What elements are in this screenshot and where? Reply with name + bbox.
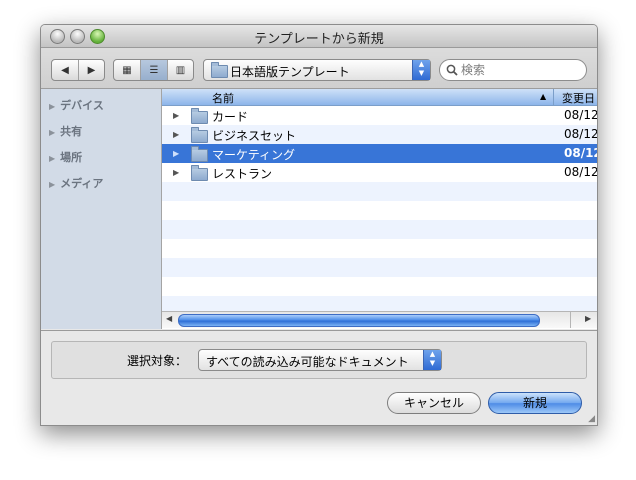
disclosure-triangle-icon[interactable]: ▶ [173,111,179,120]
location-label: 日本語版テンプレート [230,65,350,79]
scroll-right-icon[interactable]: ▶ [585,314,591,323]
folder-icon [191,108,208,124]
disclosure-triangle-icon[interactable]: ▶ [49,180,55,189]
sidebar: ▶ デバイス ▶ 共有 ▶ 場所 ▶ メディア [41,89,162,329]
cancel-button[interactable]: キャンセル [387,392,481,414]
icon-view-icon: ▦ [122,64,132,76]
row-date: 08/12 [564,127,597,141]
sidebar-item-devices[interactable]: ▶ デバイス [49,97,104,113]
list-view-icon: ☰ [149,64,159,76]
magnifier-icon [446,64,458,76]
disclosure-triangle-icon[interactable]: ▶ [173,168,179,177]
sidebar-item-label: メディア [60,177,104,190]
row-name: レストラン [212,167,273,181]
file-list: 名前 ▲ 変更日 ▶ カード 08/12 ▶ ビジネスセット 08/12 ▶ マ… [162,89,597,329]
horizontal-scrollbar[interactable]: ◀ ▶ [162,311,597,328]
folder-icon [191,165,208,181]
window-title: テンプレートから新規 [254,32,384,47]
table-row[interactable]: ▶ カード 08/12 [162,106,597,125]
toolbar: ◀ ▶ ▦ ☰ ▥ 日本語版テンプレート ▲ ▼ [41,48,597,89]
resize-grip-icon[interactable]: ◢ [588,414,595,424]
location-popup[interactable]: 日本語版テンプレート ▲ ▼ [203,59,431,81]
forward-button[interactable]: ▶ [79,60,104,80]
list-rows: ▶ カード 08/12 ▶ ビジネスセット 08/12 ▶ マーケティング 08… [162,106,597,315]
sidebar-item-media[interactable]: ▶ メディア [49,175,103,191]
table-row-selected[interactable]: ▶ マーケティング 08/12 [162,144,597,163]
list-header: 名前 ▲ 変更日 [162,89,597,106]
sidebar-item-shared[interactable]: ▶ 共有 [49,123,82,139]
dialog-footer: 選択対象： すべての読み込み可能なドキュメント ▲ ▼ キャンセル 新規 ◢ [41,330,597,425]
back-button[interactable]: ◀ [52,60,79,80]
search-input[interactable] [461,61,579,78]
view-mode-buttons: ▦ ☰ ▥ [113,59,194,81]
disclosure-triangle-icon[interactable]: ▶ [173,149,179,158]
popup-arrows-icon: ▲ ▼ [412,60,430,80]
folder-icon [191,146,208,162]
search-field [439,59,587,81]
disclosure-triangle-icon[interactable]: ▶ [49,154,55,163]
column-view-button[interactable]: ▥ [168,60,193,80]
filter-value: すべての読み込み可能なドキュメント [206,355,409,369]
sidebar-item-label: デバイス [60,99,104,112]
empty-row [162,201,597,220]
filter-label: 選択対象： [127,354,188,368]
column-header-name[interactable]: 名前 [212,90,234,106]
scroll-thumb[interactable] [178,314,540,327]
back-arrow-icon: ◀ [61,64,69,76]
row-date: 08/12 [564,146,597,160]
sidebar-item-label: 共有 [60,125,83,138]
filter-panel: 選択対象： すべての読み込み可能なドキュメント ▲ ▼ [51,341,587,379]
filter-popup[interactable]: すべての読み込み可能なドキュメント ▲ ▼ [198,349,442,371]
empty-row [162,182,597,201]
icon-view-button[interactable]: ▦ [114,60,141,80]
disclosure-triangle-icon[interactable]: ▶ [49,102,55,111]
dialog-window: テンプレートから新規 ◀ ▶ ▦ ☰ ▥ 日本語版テンプレート ▲ ▼ 検索 ▶… [40,24,598,426]
title-bar: テンプレートから新規 [41,25,597,48]
empty-row [162,239,597,258]
disclosure-triangle-icon[interactable]: ▶ [173,130,179,139]
forward-arrow-icon: ▶ [87,64,96,76]
popup-arrows-icon: ▲ ▼ [423,350,441,370]
folder-icon [211,62,228,78]
column-view-icon: ▥ [175,64,186,76]
sort-ascending-icon: ▲ [540,92,547,101]
empty-row [162,277,597,296]
folder-icon [191,127,208,143]
row-date: 08/12 [564,165,597,179]
row-name: カード [212,110,249,124]
new-button[interactable]: 新規 [488,392,582,414]
column-header-date[interactable]: 変更日 [562,90,595,106]
navigation-buttons: ◀ ▶ [51,59,105,81]
row-name: ビジネスセット [212,129,297,143]
scroll-left-icon[interactable]: ◀ [166,314,172,323]
empty-row [162,258,597,277]
table-row[interactable]: ▶ ビジネスセット 08/12 [162,125,597,144]
empty-row [162,220,597,239]
sidebar-item-places[interactable]: ▶ 場所 [49,149,82,165]
column-divider[interactable] [553,89,554,105]
list-view-button[interactable]: ☰ [141,60,168,80]
scroll-divider [570,312,571,328]
table-row[interactable]: ▶ レストラン 08/12 [162,163,597,182]
row-date: 08/12 [564,108,597,122]
sidebar-item-label: 場所 [60,151,83,164]
disclosure-triangle-icon[interactable]: ▶ [49,128,55,137]
row-name: マーケティング [212,148,296,162]
